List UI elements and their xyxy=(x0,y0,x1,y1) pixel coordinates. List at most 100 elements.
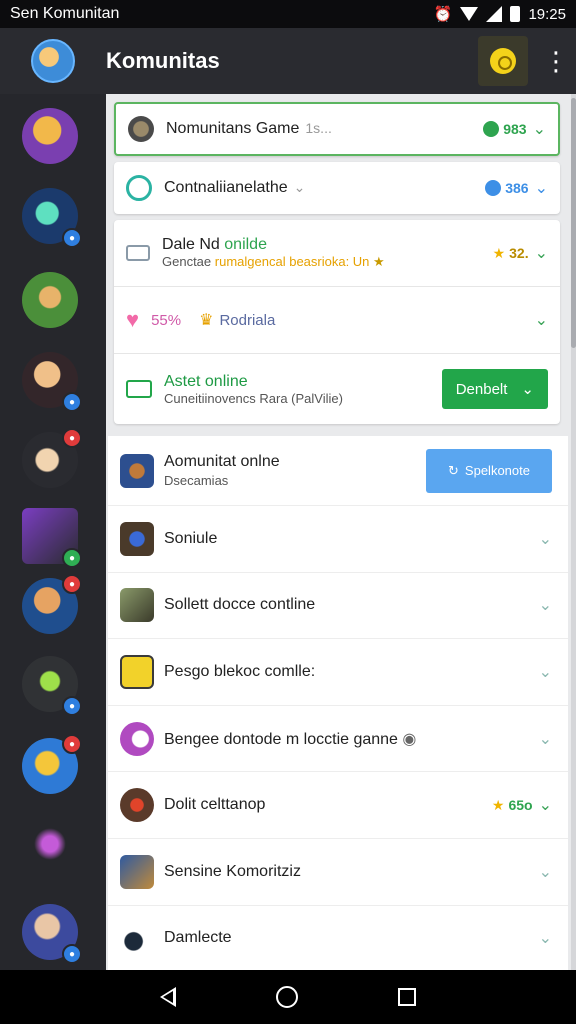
game-icon xyxy=(128,116,154,142)
group-row-1[interactable]: Dale Nd onilde Genctae rumalgencal beasr… xyxy=(114,220,560,286)
star-icon: ★ xyxy=(491,796,505,813)
chevron-down-icon[interactable]: ⌄ xyxy=(539,928,552,948)
game-icon xyxy=(120,788,154,823)
heart-icon: ♥ xyxy=(126,307,140,332)
list-item[interactable]: Sensine Komoritziz ⌄ xyxy=(108,839,568,906)
community-card-connection[interactable]: Contnaliianelathe ⌄ 386 ⌄ xyxy=(114,162,560,214)
connection-label: Contnaliianelathe ⌄ xyxy=(164,179,306,196)
percent-value: 55% xyxy=(151,311,182,329)
window-icon xyxy=(126,245,150,261)
profile-avatar-button[interactable] xyxy=(0,28,106,94)
community-list: Aomunitat onlne Dsecamias ↻ Spelkonote S… xyxy=(108,436,568,970)
chevron-down-icon[interactable]: ⌄ xyxy=(539,595,552,615)
blue-dot-icon xyxy=(485,180,502,196)
chevron-down-icon[interactable]: ⌄ xyxy=(535,243,548,263)
group-row-1-text: Dale Nd onilde Genctae rumalgencal beasr… xyxy=(162,236,385,269)
scrollbar-thumb[interactable] xyxy=(571,98,576,348)
group-row-1-count: ★ 32. xyxy=(492,244,529,262)
notification-badge: ● xyxy=(62,228,82,248)
primary-action-button[interactable]: ↻ Spelkonote xyxy=(426,448,552,493)
list-item[interactable]: Soniule ⌄ xyxy=(108,506,568,573)
clock-icon xyxy=(126,175,152,201)
sidebar-item-game-8[interactable]: ● xyxy=(22,656,82,716)
group-row-2[interactable]: ♥ 55% ♛ Rodriala ⌄ xyxy=(114,287,560,353)
group-row-2-label: Rodriala xyxy=(219,311,276,329)
group-row-3: Astet online Cuneitiinovencs Rara (PalVi… xyxy=(114,354,560,424)
scrollbar[interactable] xyxy=(571,94,576,970)
check-icon xyxy=(483,121,500,137)
sidebar-item-game-7[interactable]: ● xyxy=(22,574,82,634)
status-bar: Sen Komunitan ⏰ 19:25 xyxy=(0,0,576,28)
battery-icon xyxy=(510,6,521,22)
list-item[interactable]: Damlecte ⌄ xyxy=(108,906,568,970)
game-icon xyxy=(120,721,154,756)
notification-badge: ● xyxy=(62,574,82,594)
chat-button[interactable] xyxy=(478,36,528,86)
game-icon xyxy=(120,588,154,623)
chevron-down-icon[interactable]: ⌄ xyxy=(533,119,546,139)
back-icon[interactable] xyxy=(160,987,176,1007)
alarm-icon: ⏰ xyxy=(433,6,453,23)
recent-apps-icon[interactable] xyxy=(398,988,416,1006)
chevron-down-icon[interactable]: ⌄ xyxy=(535,178,548,198)
wifi-icon xyxy=(460,7,479,21)
game-row-label: Nomunitans Game 1s... xyxy=(166,120,332,137)
online-count: 983 xyxy=(483,121,527,137)
chevron-down-icon[interactable]: ⌄ xyxy=(539,729,552,749)
list-item[interactable]: Aomunitat onlne Dsecamias ↻ Spelkonote xyxy=(108,436,568,506)
sidebar: ● ● ● ● ● ● ● ● xyxy=(0,94,106,970)
notification-badge: ● xyxy=(62,548,82,568)
chevron-down-icon[interactable]: ⌄ xyxy=(539,662,552,682)
notification-badge: ● xyxy=(62,944,82,964)
list-item[interactable]: Pesgo blekoc comlle: ⌄ xyxy=(108,639,568,706)
crown-icon: ♛ xyxy=(199,312,214,329)
signal-icon xyxy=(486,6,503,22)
sidebar-item-game-11[interactable]: ● xyxy=(22,904,82,964)
notification-badge: ● xyxy=(62,734,82,754)
sidebar-item-game-10[interactable] xyxy=(22,816,78,872)
status-time: 19:25 xyxy=(528,5,566,23)
chevron-down-icon[interactable]: ⌄ xyxy=(539,862,552,882)
ticket-icon xyxy=(126,380,152,398)
page-title: Komunitas xyxy=(106,48,220,73)
chevron-down-icon[interactable]: ⌄ xyxy=(539,529,552,549)
game-icon xyxy=(120,654,154,689)
sidebar-item-game-6[interactable]: ● xyxy=(22,508,82,568)
game-icon xyxy=(120,921,154,956)
sidebar-item-game-4[interactable]: ● xyxy=(22,352,82,412)
star-icon: ★ xyxy=(492,244,506,261)
sidebar-item-game-2[interactable]: ● xyxy=(22,188,82,248)
home-icon[interactable] xyxy=(276,986,298,1008)
globe-icon: ◉ xyxy=(402,730,417,748)
list-item-count: ★ 65o xyxy=(491,796,533,814)
online-group-card: Dale Nd onilde Genctae rumalgencal beasr… xyxy=(114,220,560,424)
community-card-game[interactable]: Nomunitans Game 1s... 983 ⌄ xyxy=(114,102,560,156)
chat-icon xyxy=(490,48,516,74)
group-row-3-text: Astet online Cuneitiinovencs Rara (PalVi… xyxy=(164,372,343,406)
status-icons: ⏰ 19:25 xyxy=(433,5,566,24)
sidebar-item-game-5[interactable]: ● xyxy=(22,428,82,488)
main-content: Nomunitans Game 1s... 983 ⌄ Contnaliianel… xyxy=(106,94,576,970)
chevron-down-icon: ⌄ xyxy=(521,381,534,398)
denbelt-button[interactable]: Denbelt ⌄ xyxy=(441,369,548,409)
connection-count: 386 xyxy=(485,180,529,196)
status-app-name: Sen Komunitan xyxy=(10,5,120,22)
refresh-icon: ↻ xyxy=(448,462,459,478)
sidebar-item-game-3[interactable] xyxy=(22,272,78,328)
more-options-icon[interactable]: ⋮ xyxy=(536,36,576,86)
game-icon xyxy=(120,521,154,556)
app-root: Sen Komunitan ⏰ 19:25 Komunitas ⋮ ● ● ● xyxy=(0,0,576,1024)
sidebar-item-game-1[interactable] xyxy=(22,108,78,164)
game-icon xyxy=(120,453,154,488)
chevron-down-icon[interactable]: ⌄ xyxy=(539,795,552,815)
list-item[interactable]: Sollett docce contline ⌄ xyxy=(108,573,568,640)
list-item[interactable]: Dolit celttanop ★ 65o ⌄ xyxy=(108,772,568,839)
game-icon xyxy=(120,854,154,889)
notification-badge: ● xyxy=(62,428,82,448)
list-item[interactable]: Bengee dontode m locctie ganne ◉ ⌄ xyxy=(108,706,568,773)
chevron-down-icon[interactable]: ⌄ xyxy=(535,310,548,330)
system-nav-bar xyxy=(0,970,576,1024)
sidebar-item-game-9[interactable]: ● xyxy=(22,734,82,794)
notification-badge: ● xyxy=(62,392,82,412)
notification-badge: ● xyxy=(62,696,82,716)
